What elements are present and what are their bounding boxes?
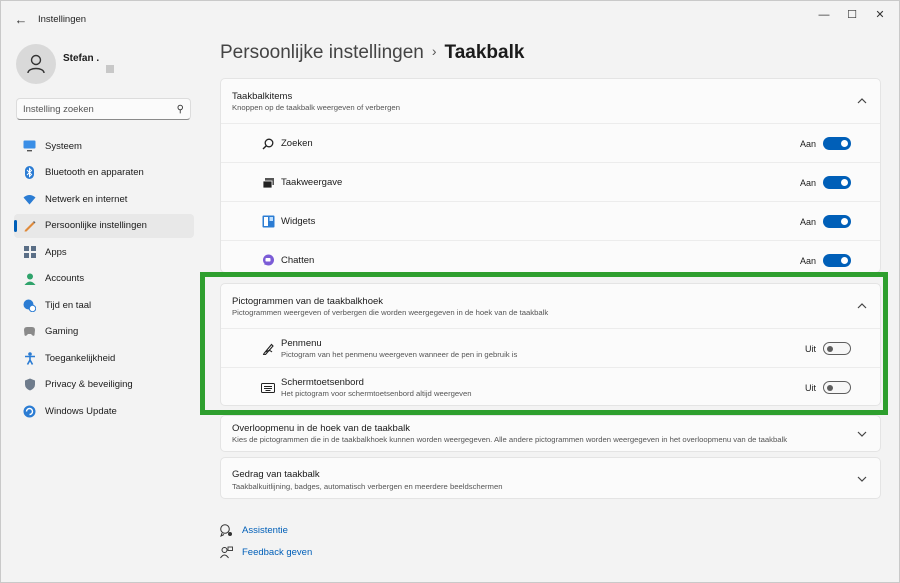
person-icon <box>23 272 36 285</box>
user-name: Stefan . <box>63 53 100 64</box>
sidebar-item-label: Tijd en taal <box>45 299 92 311</box>
widgets-toggle[interactable] <box>823 215 851 228</box>
task-view-icon <box>261 176 275 190</box>
setting-label: Chatten <box>281 255 315 266</box>
maximize-button[interactable]: ☐ <box>839 7 865 23</box>
overflow-menu-card[interactable]: Overloopmenu in de hoek van de taakbalk … <box>220 415 881 452</box>
page-title: Taakbalk <box>444 42 525 63</box>
search-input[interactable] <box>23 103 173 115</box>
chevron-up-icon[interactable] <box>856 95 868 107</box>
user-status-badge <box>106 65 114 73</box>
help-link-label: Assistentie <box>242 525 288 536</box>
shield-icon <box>23 378 36 391</box>
close-button[interactable]: ✕ <box>867 7 893 23</box>
wifi-icon <box>23 193 36 206</box>
sidebar-item-privacy[interactable]: Privacy & beveiliging <box>14 373 194 397</box>
sidebar-item-windows-update[interactable]: Windows Update <box>14 399 194 423</box>
app-title: Instellingen <box>38 14 87 25</box>
bluetooth-icon <box>23 166 36 179</box>
chevron-down-icon[interactable] <box>856 428 868 440</box>
chatten-toggle[interactable] <box>823 254 851 267</box>
taskbar-behavior-card[interactable]: Gedrag van taakbalk Taakbalkuitlijning, … <box>220 457 881 499</box>
feedback-link-label: Feedback geven <box>242 547 313 558</box>
setting-row-widgets: Widgets Aan <box>221 201 880 240</box>
apps-icon <box>23 246 36 259</box>
avatar[interactable] <box>16 44 56 84</box>
sidebar-item-gaming[interactable]: Gaming <box>14 320 194 344</box>
section-subtitle: Kies de pictogrammen die in de taakbalkh… <box>232 435 788 444</box>
section-title: Gedrag van taakbalk <box>232 469 320 480</box>
help-link[interactable]: Assistentie <box>220 524 288 537</box>
section-subtitle: Taakbalkuitlijning, badges, automatisch … <box>232 482 503 491</box>
setting-label: Widgets <box>281 216 316 227</box>
setting-label: Zoeken <box>281 138 313 149</box>
globe-clock-icon <box>23 299 36 312</box>
toggle-state-label: Aan <box>799 256 816 266</box>
sidebar-item-netwerk[interactable]: Netwerk en internet <box>14 187 194 211</box>
sidebar-item-label: Apps <box>45 246 67 258</box>
taakweergave-toggle[interactable] <box>823 176 851 189</box>
sidebar-item-persoonlijk[interactable]: Persoonlijke instellingen <box>14 213 194 238</box>
sidebar-item-label: Gaming <box>45 326 79 337</box>
section-title: Taakbalkitems <box>232 91 293 102</box>
feedback-icon <box>220 546 233 559</box>
sidebar-item-label: Privacy & beveiliging <box>45 379 133 390</box>
section-subtitle: Knoppen op de taakbalk weergeven of verb… <box>232 103 400 112</box>
help-icon <box>220 524 233 537</box>
title-bar: ← Instellingen — ☐ ✕ <box>1 1 899 39</box>
sidebar-item-tijd-taal[interactable]: Tijd en taal <box>14 293 194 317</box>
chevron-right-icon: › <box>431 43 437 59</box>
setting-row-taakweergave: Taakweergave Aan <box>221 162 880 201</box>
sidebar-item-label: Accounts <box>45 273 85 284</box>
sidebar-item-toegankelijkheid[interactable]: Toegankelijkheid <box>14 346 194 370</box>
sidebar-item-label: Persoonlijke instellingen <box>45 220 147 231</box>
pen-icon <box>23 219 36 232</box>
sidebar-item-label: Windows Update <box>45 405 117 417</box>
section-title: Overloopmenu in de hoek van de taakbalk <box>232 423 410 434</box>
sidebar-item-apps[interactable]: Apps <box>14 240 194 264</box>
feedback-link[interactable]: Feedback geven <box>220 546 312 559</box>
search-box[interactable]: ⚲ <box>16 98 191 120</box>
search-icon <box>261 137 275 151</box>
monitor-icon <box>23 140 36 153</box>
toggle-state-label: Aan <box>799 178 816 188</box>
taskbar-items-card: Taakbalkitems Knoppen op de taakbalk wee… <box>220 78 881 273</box>
gamepad-icon <box>23 325 36 338</box>
search-icon[interactable]: ⚲ <box>177 104 184 115</box>
minimize-icon: — <box>818 9 830 21</box>
sidebar-item-label: Netwerk en internet <box>45 193 128 205</box>
highlight-box <box>200 272 888 415</box>
arrow-left-icon: ← <box>14 12 28 27</box>
setting-label: Taakweergave <box>281 177 343 188</box>
back-button[interactable]: ← <box>11 11 31 29</box>
sidebar-item-bluetooth[interactable]: Bluetooth en apparaten <box>14 161 194 185</box>
breadcrumb-parent[interactable]: Persoonlijke instellingen <box>220 42 424 63</box>
taskbar-items-header[interactable]: Taakbalkitems Knoppen op de taakbalk wee… <box>221 79 880 123</box>
sidebar-item-label: Systeem <box>45 140 82 152</box>
maximize-icon: ☐ <box>847 9 857 21</box>
person-icon <box>27 54 45 74</box>
breadcrumb: Persoonlijke instellingen › Taakbalk <box>220 42 524 64</box>
setting-row-zoeken: Zoeken Aan <box>221 123 880 162</box>
toggle-state-label: Aan <box>799 217 816 227</box>
accessibility-icon <box>23 351 36 365</box>
close-icon: ✕ <box>875 9 885 21</box>
chat-icon <box>261 253 275 267</box>
toggle-state-label: Aan <box>799 139 816 149</box>
sidebar-item-systeem[interactable]: Systeem <box>14 134 194 158</box>
sidebar-item-accounts[interactable]: Accounts <box>14 267 194 291</box>
minimize-button[interactable]: — <box>811 7 837 23</box>
sidebar-nav: Systeem Bluetooth en apparaten Netwerk e… <box>14 134 194 426</box>
chevron-down-icon[interactable] <box>856 473 868 485</box>
update-icon <box>23 405 36 418</box>
sidebar-item-label: Bluetooth en apparaten <box>45 167 144 178</box>
sidebar-item-label: Toegankelijkheid <box>45 352 116 364</box>
zoeken-toggle[interactable] <box>823 137 851 150</box>
widgets-icon <box>261 214 275 228</box>
